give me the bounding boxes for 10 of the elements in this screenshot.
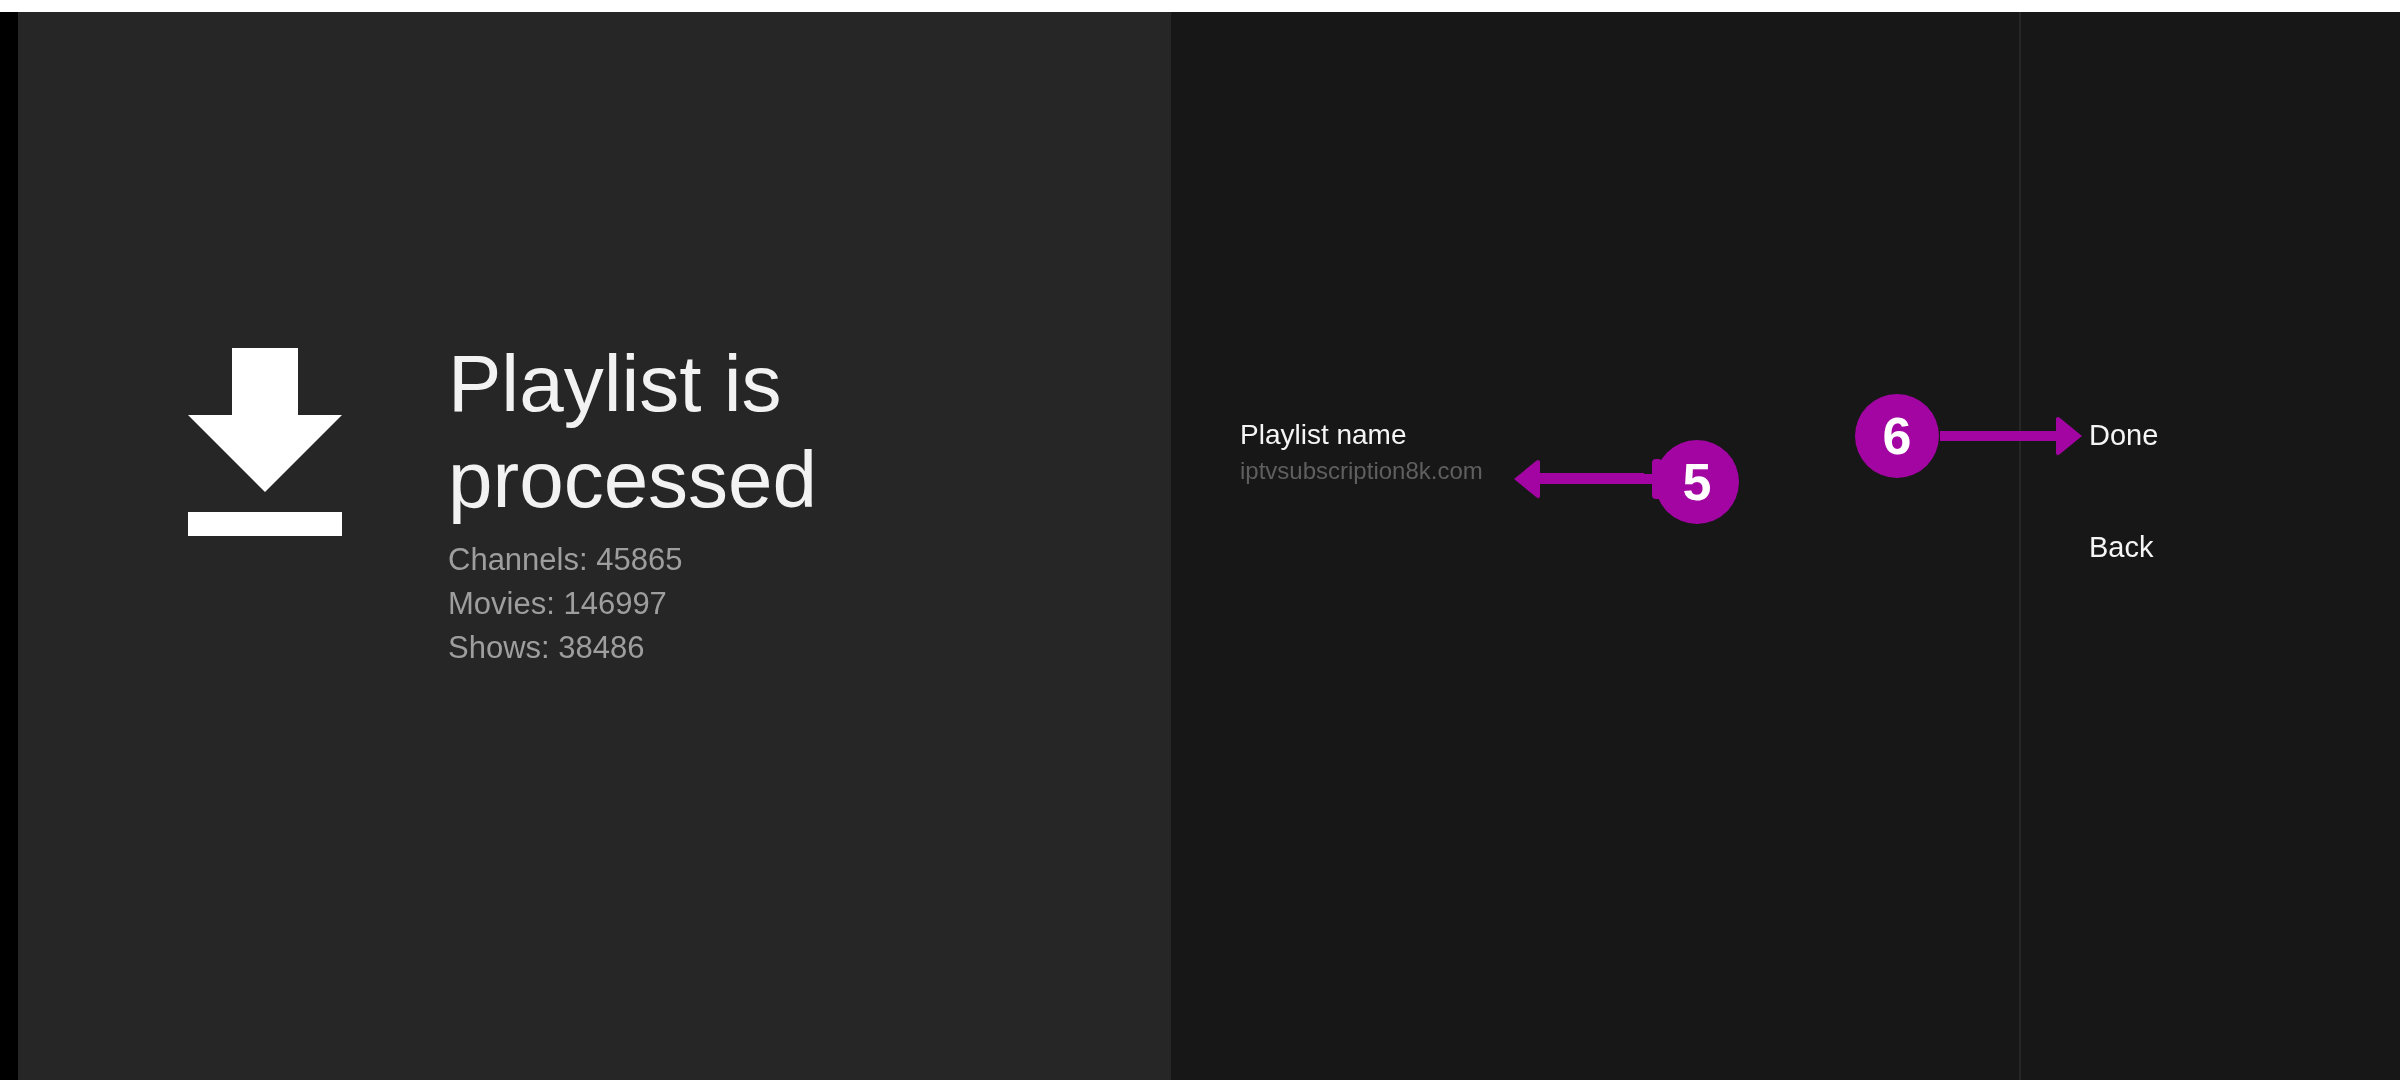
field-label: Playlist name bbox=[1240, 418, 1407, 452]
action-button[interactable]: Back bbox=[2089, 528, 2154, 566]
stat-text: Movies: 146997 bbox=[448, 585, 668, 623]
arrow-icon bbox=[1940, 414, 2084, 458]
title-line: processed bbox=[448, 434, 818, 526]
title-line: Playlist is bbox=[448, 338, 783, 430]
stat-text: Shows: 38486 bbox=[448, 629, 646, 667]
stat-text: Channels: 45865 bbox=[448, 541, 684, 579]
action-button[interactable]: Done bbox=[2089, 416, 2159, 454]
download-icon bbox=[188, 348, 342, 536]
